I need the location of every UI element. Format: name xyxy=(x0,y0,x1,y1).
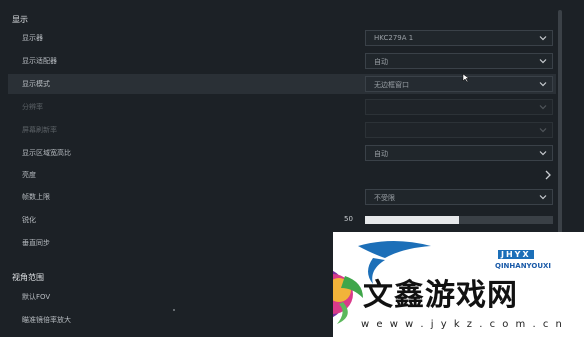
sharpen-slider[interactable] xyxy=(365,216,553,224)
sharpen-value: 50 xyxy=(344,215,353,223)
setting-row-display-mode[interactable]: 显示模式 无边框窗口 xyxy=(8,74,556,94)
setting-label: 瞄准镜倍率放大 xyxy=(22,316,71,324)
watermark-url: w e w w . j y k z . c o m . c n xyxy=(361,319,564,330)
setting-label: 垂直同步 xyxy=(22,239,50,247)
setting-row-frame-limit[interactable]: 帧数上限 不受限 xyxy=(8,187,556,207)
setting-label: 屏幕刷新率 xyxy=(22,126,57,134)
setting-label: 显示模式 xyxy=(22,80,50,88)
setting-label: 显示适配器 xyxy=(22,57,57,65)
setting-row-resolution: 分辨率 xyxy=(8,97,556,117)
setting-label: 帧数上限 xyxy=(22,193,50,201)
setting-row-aspect-ratio[interactable]: 显示区域宽高比 自动 xyxy=(8,143,556,163)
resolution-dropdown xyxy=(365,99,553,115)
setting-label: 分辨率 xyxy=(22,103,43,111)
dropdown-value: 自动 xyxy=(374,150,388,158)
setting-label: 默认FOV xyxy=(22,293,51,301)
setting-label: 锐化 xyxy=(22,216,36,224)
chevron-down-icon xyxy=(539,105,547,110)
chevron-right-icon[interactable] xyxy=(543,169,553,181)
watermark-brand: 文鑫游戏网 xyxy=(363,278,518,313)
adapter-dropdown[interactable]: 自动 xyxy=(365,53,553,69)
mouse-cursor-icon xyxy=(462,73,470,83)
chevron-down-icon xyxy=(539,59,547,64)
aspect-ratio-dropdown[interactable]: 自动 xyxy=(365,145,553,161)
chevron-down-icon xyxy=(539,36,547,41)
setting-row-refresh-rate: 屏幕刷新率 xyxy=(8,120,556,140)
dropdown-value: HKC279A 1 xyxy=(374,34,414,42)
dropdown-value: 无边框窗口 xyxy=(374,81,409,89)
dot-icon xyxy=(173,309,175,311)
frame-limit-dropdown[interactable]: 不受限 xyxy=(365,189,553,205)
setting-row-sharpen[interactable]: 锐化 50 xyxy=(8,210,556,230)
dropdown-value: 不受限 xyxy=(374,194,395,202)
watermark-pinyin: QINHANYOUXI xyxy=(495,262,552,270)
section-title-display: 显示 xyxy=(12,15,28,24)
watermark-badge: JHYX xyxy=(498,250,534,259)
setting-row-adapter[interactable]: 显示适配器 自动 xyxy=(8,51,556,71)
section-title-view: 视角范围 xyxy=(12,273,44,282)
refresh-rate-dropdown xyxy=(365,122,553,138)
setting-label: 显示器 xyxy=(22,34,43,42)
setting-label: 显示区域宽高比 xyxy=(22,149,71,157)
dropdown-value: 自动 xyxy=(374,58,388,66)
setting-row-brightness[interactable]: 亮度 xyxy=(8,165,556,185)
sharpen-slider-fill[interactable] xyxy=(365,216,459,224)
monitor-dropdown[interactable]: HKC279A 1 xyxy=(365,30,553,46)
setting-label: 亮度 xyxy=(22,171,36,179)
watermark: JHYX QINHANYOUXI 文鑫游戏网 w e w w . j y k z… xyxy=(333,232,584,337)
chevron-down-icon xyxy=(539,82,547,87)
chevron-down-icon xyxy=(539,128,547,133)
chevron-down-icon xyxy=(539,195,547,200)
chevron-down-icon xyxy=(539,151,547,156)
setting-row-monitor[interactable]: 显示器 HKC279A 1 xyxy=(8,28,556,48)
display-mode-dropdown[interactable]: 无边框窗口 xyxy=(365,76,553,92)
